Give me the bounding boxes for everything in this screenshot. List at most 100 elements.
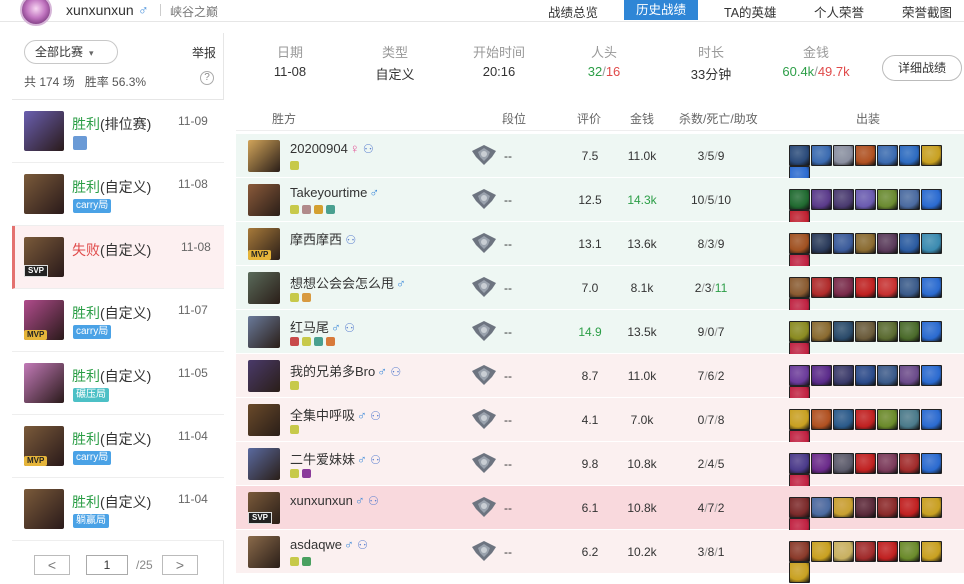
item-icon[interactable] [855,189,876,210]
item-icon[interactable] [899,453,920,474]
tab-honors[interactable]: 个人荣誉 [814,2,864,21]
player-row[interactable]: Takeyourtime ♂ -- 12.5 14.3k 10/5/10 [236,178,964,231]
item-icon[interactable] [899,189,920,210]
item-icon[interactable] [833,277,854,298]
player-name[interactable]: 摩西摩西 ⚇ [290,229,356,248]
item-icon[interactable] [833,189,854,210]
match-filter-dropdown[interactable]: 全部比赛 ▾ [24,40,118,64]
item-icon[interactable] [833,365,854,386]
item-icon[interactable] [855,541,876,562]
item-icon[interactable] [833,409,854,430]
item-icon[interactable] [789,233,810,254]
item-icon[interactable] [811,453,832,474]
item-icon[interactable] [811,233,832,254]
tab-heroes[interactable]: TA的英雄 [724,2,777,21]
item-icon[interactable] [899,541,920,562]
tab-overview[interactable]: 战绩总览 [548,2,598,21]
item-icon[interactable] [811,409,832,430]
item-icon[interactable] [877,145,898,166]
item-icon[interactable] [833,321,854,342]
item-icon[interactable] [811,145,832,166]
player-name[interactable]: 想想公会会怎么甩 ♂ [290,273,406,292]
player-name[interactable]: Takeyourtime ♂ [290,185,379,200]
item-icon[interactable] [855,453,876,474]
item-icon[interactable] [811,497,832,518]
item-icon[interactable] [877,189,898,210]
player-row[interactable]: 二牛爱妹妹 ♂ ⚇ -- 9.8 10.8k 2/4/5 [236,442,964,495]
item-icon[interactable] [921,321,942,342]
item-icon[interactable] [899,497,920,518]
add-friend-icon[interactable]: ⚇ [342,233,356,247]
item-icon[interactable] [789,189,810,210]
item-icon[interactable] [811,541,832,562]
item-icon[interactable] [899,365,920,386]
item-icon[interactable] [811,189,832,210]
help-icon[interactable]: ? [200,71,214,85]
item-icon[interactable] [855,409,876,430]
item-icon[interactable] [899,409,920,430]
item-icon[interactable] [855,497,876,518]
player-row[interactable]: asdaqwe ♂ ⚇ -- 6.2 10.2k 3/8/1 [236,530,964,583]
add-friend-icon[interactable]: ⚇ [365,494,379,508]
item-icon[interactable] [789,365,810,386]
match-list-item[interactable]: MVP 胜利(自定义) 11-04 carry局 [12,415,224,478]
item-icon[interactable] [921,541,942,562]
add-friend-icon[interactable]: ⚇ [387,365,401,379]
item-icon[interactable] [921,453,942,474]
item-icon[interactable] [789,453,810,474]
item-icon[interactable] [833,233,854,254]
page-number-input[interactable]: 1 [86,555,128,575]
report-link[interactable]: 举报 [192,44,216,61]
player-row[interactable]: 想想公会会怎么甩 ♂ -- 7.0 8.1k 2/3/11 [236,266,964,319]
item-icon[interactable] [877,409,898,430]
item-icon[interactable] [899,277,920,298]
match-list-item[interactable]: 胜利(自定义) 11-08 carry局 [12,163,224,226]
detail-stats-button[interactable]: 详细战绩 [882,55,962,81]
player-name[interactable]: xunxunxun ♂ ⚇ [290,493,379,508]
player-row[interactable]: MVP 摩西摩西 ⚇ -- 13.1 13.6k 8/3/9 [236,222,964,275]
item-icon[interactable] [921,277,942,298]
match-list-item[interactable]: MVP 胜利(自定义) 11-07 carry局 [12,289,224,352]
item-icon[interactable] [833,497,854,518]
item-icon[interactable] [833,541,854,562]
player-row[interactable]: 全集中呼吸 ♂ ⚇ -- 4.1 7.0k 0/7/8 [236,398,964,451]
item-icon[interactable] [855,365,876,386]
item-icon[interactable] [811,321,832,342]
item-icon[interactable] [877,277,898,298]
item-icon[interactable] [877,541,898,562]
prev-page-button[interactable]: < [34,555,70,575]
item-icon[interactable] [833,145,854,166]
item-icon[interactable] [921,145,942,166]
player-name[interactable]: 20200904 ♀ ⚇ [290,141,374,156]
item-icon[interactable] [855,233,876,254]
add-friend-icon[interactable]: ⚇ [367,453,381,467]
item-icon[interactable] [789,321,810,342]
item-icon[interactable] [899,145,920,166]
item-icon[interactable] [899,321,920,342]
item-icon[interactable] [877,453,898,474]
item-icon[interactable] [921,497,942,518]
item-icon[interactable] [789,562,810,583]
item-icon[interactable] [921,189,942,210]
item-icon[interactable] [789,145,810,166]
match-list-item[interactable]: 胜利(自定义) 11-05 碾压局 [12,352,224,415]
item-icon[interactable] [811,365,832,386]
player-name[interactable]: 全集中呼吸 ♂ ⚇ [290,405,381,424]
item-icon[interactable] [789,277,810,298]
item-icon[interactable] [833,453,854,474]
player-name[interactable]: asdaqwe ♂ ⚇ [290,537,368,552]
item-icon[interactable] [921,365,942,386]
profile-avatar[interactable] [20,0,52,26]
add-friend-icon[interactable]: ⚇ [360,142,374,156]
player-row[interactable]: SVP xunxunxun ♂ ⚇ -- 6.1 10.8k 4/7/2 [236,486,964,539]
match-list-item[interactable]: 胜利(自定义) 11-04 躺赢局 [12,478,224,541]
add-friend-icon[interactable]: ⚇ [367,409,381,423]
item-icon[interactable] [855,277,876,298]
match-list-item[interactable]: 胜利(排位赛) 11-09 [12,100,224,163]
next-page-button[interactable]: > [162,555,198,575]
item-icon[interactable] [921,409,942,430]
item-icon[interactable] [789,409,810,430]
player-name[interactable]: 红马尾 ♂ ⚇ [290,317,355,336]
tab-history[interactable]: 历史战绩 [624,0,699,20]
item-icon[interactable] [877,365,898,386]
